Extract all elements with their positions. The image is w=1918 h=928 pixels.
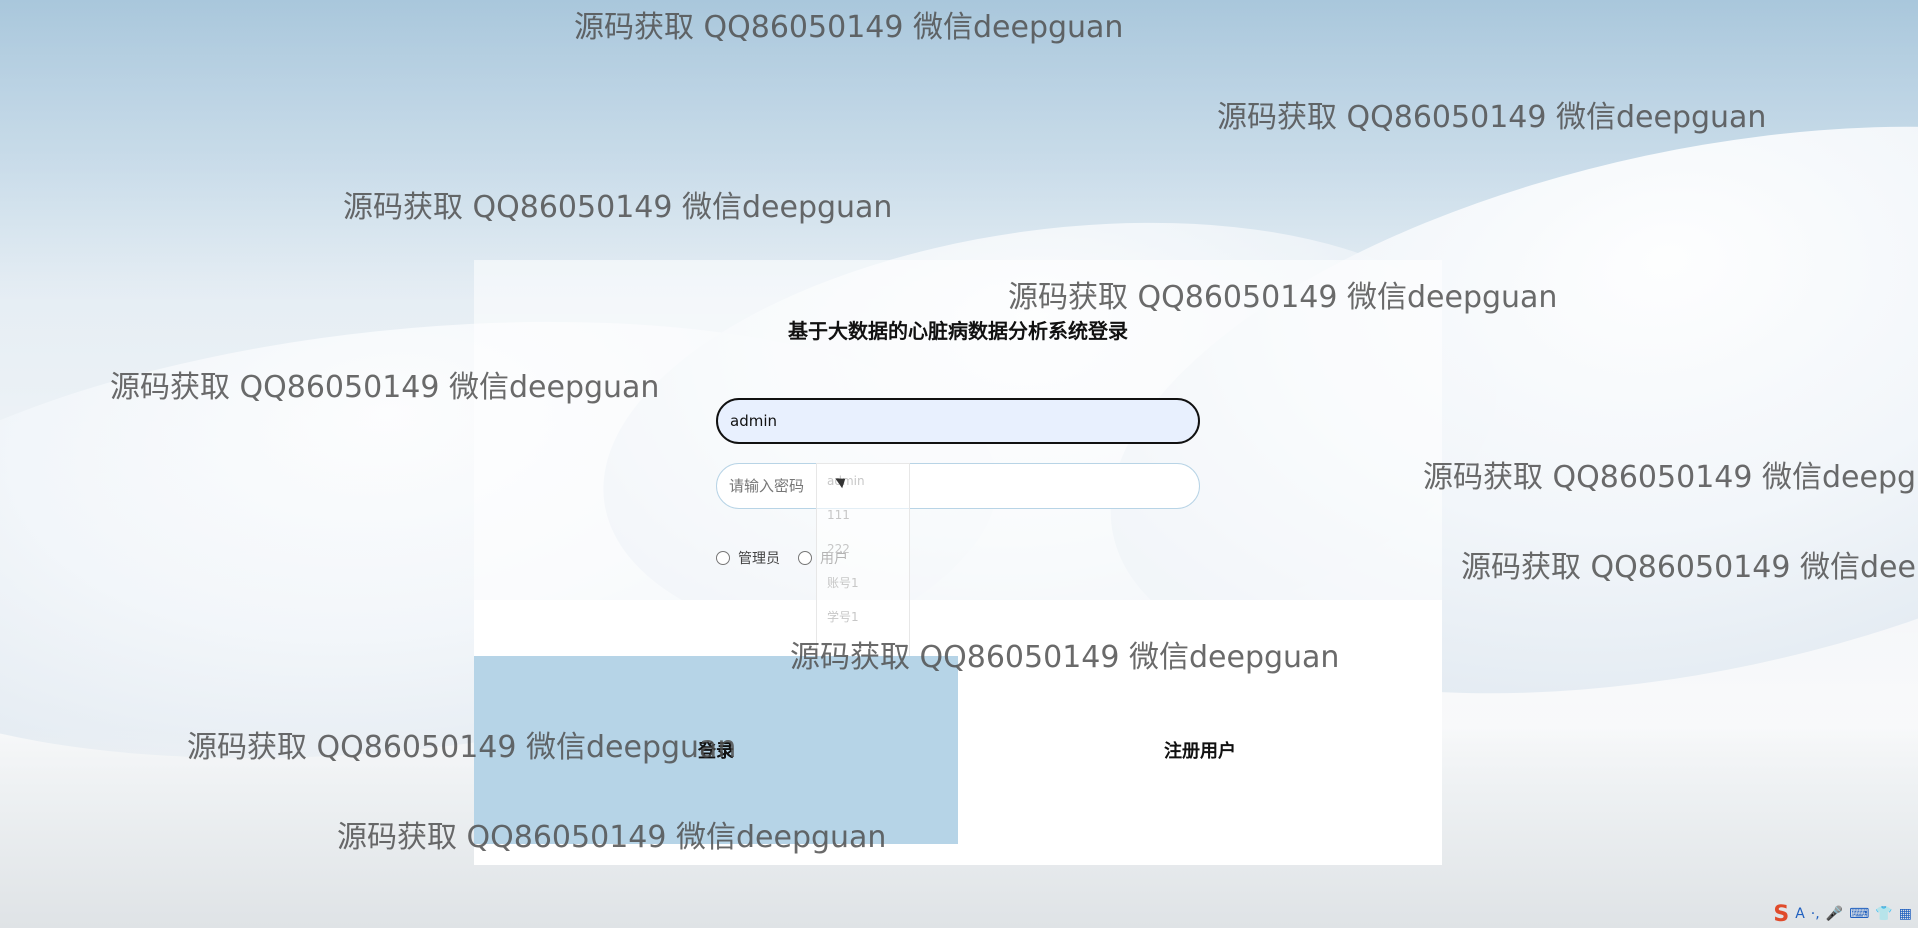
register-button[interactable]: 注册用户 (958, 656, 1442, 844)
ime-mode-icon[interactable]: A (1795, 906, 1805, 922)
autocomplete-item[interactable]: 学号1 (817, 600, 909, 634)
watermark-text: 源码获取 QQ86050149 微信deepguan (790, 640, 1340, 675)
radio-admin[interactable] (716, 551, 730, 565)
role-label-admin: 管理员 (738, 551, 780, 567)
watermark-text: 源码获取 QQ86050149 微信deepguan (1423, 460, 1918, 495)
watermark-text: 源码获取 QQ86050149 微信deepguan (1217, 100, 1767, 135)
autocomplete-item[interactable]: 222 (817, 532, 909, 566)
login-card: 基于大数据的心脏病数据分析系统登录 管理员 用户 admin 111 222 账… (474, 260, 1442, 865)
ime-keyboard-icon[interactable]: ⌨ (1849, 906, 1869, 922)
ime-logo-icon[interactable]: S (1773, 902, 1789, 927)
ime-microphone-icon[interactable]: 🎤 (1826, 906, 1843, 922)
autocomplete-item[interactable]: 账号1 (817, 566, 909, 600)
watermark-text: 源码获取 QQ86050149 微信deepguan (187, 730, 737, 765)
radio-user[interactable] (798, 551, 812, 565)
watermark-text: 源码获取 QQ86050149 微信deepguan (343, 190, 893, 225)
password-input[interactable] (716, 463, 1200, 509)
autocomplete-item[interactable]: 111 (817, 498, 909, 532)
page-title: 基于大数据的心脏病数据分析系统登录 (788, 319, 1128, 343)
watermark-text: 源码获取 QQ86050149 微信deepguan (1461, 550, 1918, 585)
autocomplete-item[interactable]: admin (817, 464, 909, 498)
role-option-admin[interactable]: 管理员 (716, 548, 780, 568)
watermark-text: 源码获取 QQ86050149 微信deepguan (337, 820, 887, 855)
username-input[interactable] (716, 398, 1200, 444)
watermark-text: 源码获取 QQ86050149 微信deepguan (574, 10, 1124, 45)
ime-tray: S A ·, 🎤 ⌨ 👕 ▦ (1773, 900, 1912, 928)
watermark-text: 源码获取 QQ86050149 微信deepguan (110, 370, 660, 405)
ime-punctuation-icon[interactable]: ·, (1811, 906, 1820, 922)
watermark-text: 源码获取 QQ86050149 微信deepguan (1008, 280, 1558, 315)
autocomplete-dropdown: admin 111 222 账号1 学号1 (816, 463, 910, 660)
ime-toolbox-icon[interactable]: ▦ (1899, 906, 1912, 922)
ime-skin-icon[interactable]: 👕 (1875, 906, 1892, 922)
